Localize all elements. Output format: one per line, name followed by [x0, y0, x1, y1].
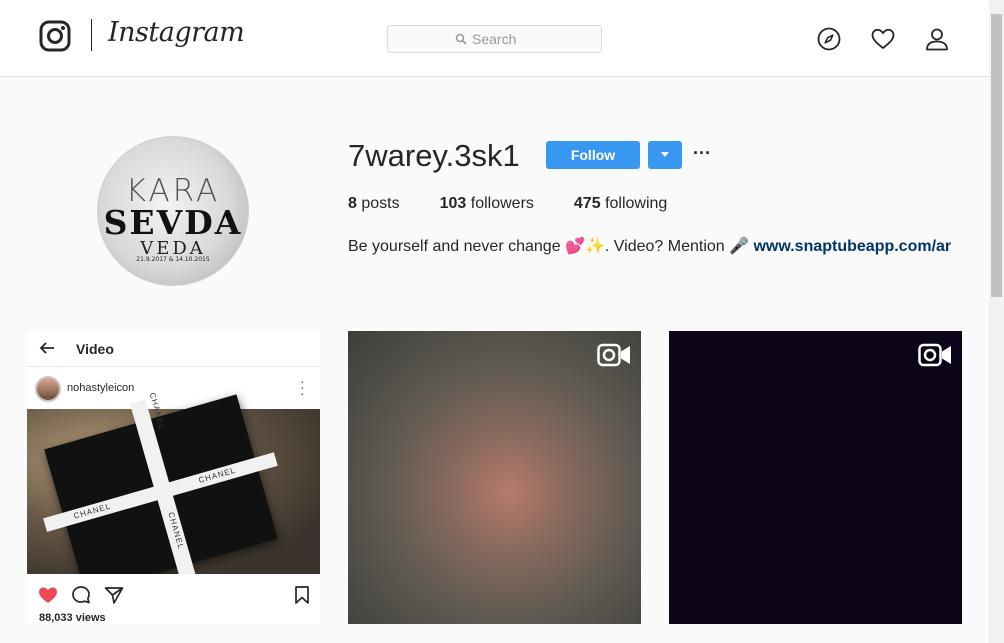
followers-stat[interactable]: 103 followers: [440, 195, 534, 213]
person-icon[interactable]: [924, 26, 950, 52]
post-inner-actions: 88,033 views: [27, 574, 320, 624]
profile-username: 7warey.3sk1: [348, 138, 520, 173]
bio-link[interactable]: www.snaptubeapp.com/ar: [753, 238, 951, 255]
suggested-accounts-dropdown-button[interactable]: [648, 141, 682, 169]
post-inner-header: Video: [27, 331, 320, 367]
search-icon: [455, 33, 467, 45]
scrollbar-thumb[interactable]: [991, 14, 1002, 297]
avatar-text-line: 21.9.2017 & 14.10.2015: [136, 256, 210, 263]
comment-icon: [72, 586, 90, 604]
instagram-glyph-icon[interactable]: [39, 20, 71, 52]
video-camera-icon: [597, 343, 630, 367]
share-icon: [104, 587, 124, 604]
caret-down-icon: [661, 152, 669, 157]
top-nav: Instagram: [0, 0, 989, 77]
post-inner-username: nohastyleicon: [67, 382, 135, 394]
bio-text: Be yourself and never change 💕✨. Video? …: [348, 238, 754, 255]
profile-avatar[interactable]: KARA SEVDA VEDA 21.9.2017 & 14.10.2015: [97, 136, 249, 286]
page-scrollbar[interactable]: [989, 0, 1004, 643]
followers-label: followers: [470, 195, 534, 212]
following-label: following: [605, 195, 668, 212]
profile-bio: Be yourself and never change 💕✨. Video? …: [348, 236, 951, 256]
post-inner-photo: CHANEL CHANEL CHANEL CHANEL: [27, 392, 320, 597]
gift-box-image: CHANEL CHANEL CHANEL CHANEL: [43, 392, 278, 597]
more-options-button[interactable]: ···: [692, 141, 712, 169]
search-box[interactable]: [387, 25, 602, 53]
heart-filled-icon: [39, 587, 57, 603]
post-thumbnail[interactable]: [348, 331, 641, 624]
avatar: [35, 376, 61, 402]
kebab-menu-icon: · · ·: [300, 373, 305, 401]
post-inner-user-row: nohastyleicon · · ·: [27, 369, 320, 409]
nav-divider: [91, 19, 92, 51]
following-count: 475: [573, 195, 601, 212]
compass-icon[interactable]: [816, 26, 842, 52]
followers-count: 103: [439, 195, 467, 212]
post-thumbnail[interactable]: [669, 331, 962, 624]
post-inner-title: Video: [76, 341, 114, 357]
bookmark-icon: [295, 586, 309, 604]
follow-button[interactable]: Follow: [546, 141, 640, 169]
post-thumbnail[interactable]: Video nohastyleicon · · · CHANEL CHANEL CH…: [27, 331, 320, 624]
following-stat[interactable]: 475 following: [574, 195, 667, 213]
posts-label: posts: [361, 195, 400, 212]
instagram-wordmark[interactable]: Instagram: [108, 17, 245, 48]
video-camera-icon: [918, 343, 951, 367]
avatar-text-line: SEVDA: [103, 203, 243, 242]
heart-icon[interactable]: [870, 26, 896, 52]
search-input[interactable]: [472, 31, 534, 47]
post-inner-views: 88,033 views: [39, 612, 106, 624]
arrow-left-icon: [39, 342, 54, 354]
posts-count: 8: [348, 195, 357, 212]
posts-stat: 8 posts: [348, 195, 400, 213]
profile-stats: 8 posts 103 followers 475 following: [348, 195, 707, 213]
